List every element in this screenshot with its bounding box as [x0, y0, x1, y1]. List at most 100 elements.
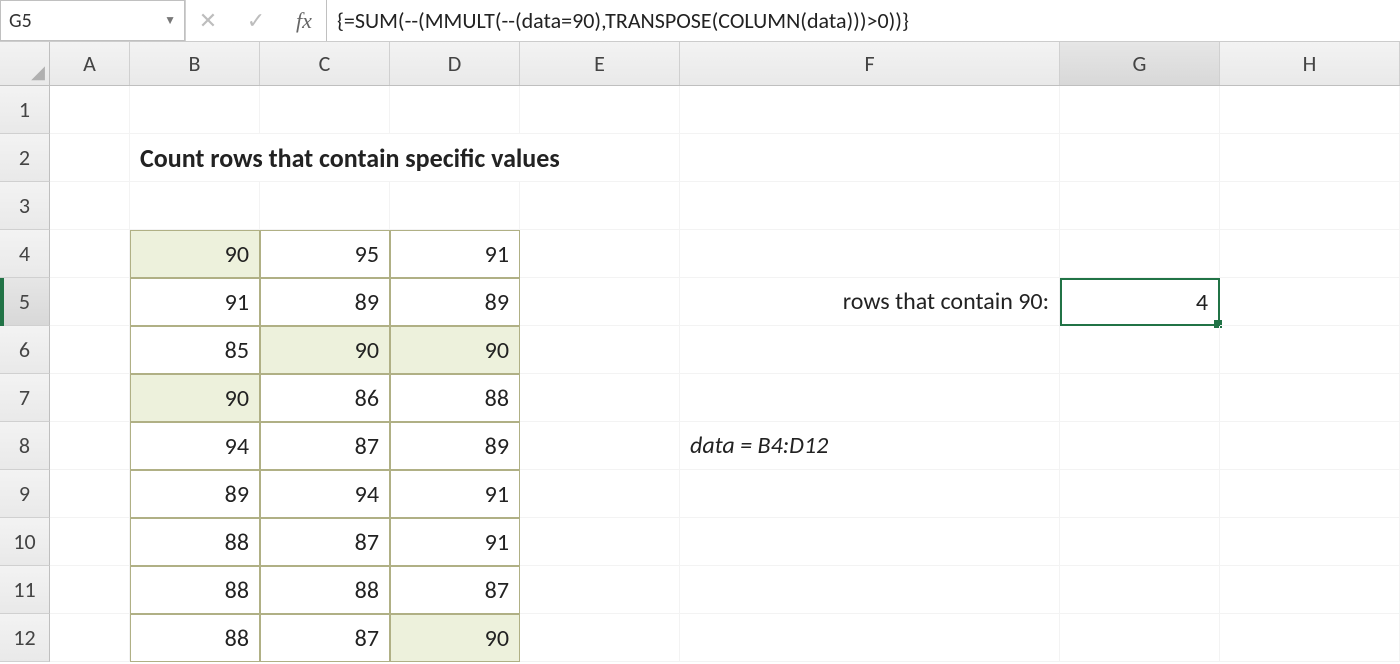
col-header-g[interactable]: G — [1060, 42, 1220, 85]
cell-h6[interactable] — [1220, 326, 1400, 374]
cell-c1[interactable] — [260, 86, 390, 134]
cell-e4[interactable] — [520, 230, 680, 278]
cell-e10[interactable] — [520, 518, 680, 566]
cell-f8[interactable]: data = B4:D12 — [680, 422, 1060, 470]
cell-f12[interactable] — [680, 614, 1060, 662]
row-header-11[interactable]: 11 — [0, 566, 50, 614]
cell-a4[interactable] — [50, 230, 130, 278]
cell-d11[interactable]: 87 — [390, 566, 520, 614]
cancel-edit-icon[interactable]: ✕ — [194, 7, 222, 35]
cell-c5[interactable]: 89 — [260, 278, 390, 326]
cell-g1[interactable] — [1060, 86, 1220, 134]
row-header-5[interactable]: 5 — [0, 278, 50, 326]
col-header-c[interactable]: C — [260, 42, 390, 85]
cell-e3[interactable] — [520, 182, 680, 230]
cell-e7[interactable] — [520, 374, 680, 422]
cell-a9[interactable] — [50, 470, 130, 518]
cell-b9[interactable]: 89 — [130, 470, 260, 518]
row-header-8[interactable]: 8 — [0, 422, 50, 470]
cell-f9[interactable] — [680, 470, 1060, 518]
cell-g8[interactable] — [1060, 422, 1220, 470]
row-header-6[interactable]: 6 — [0, 326, 50, 374]
cell-d12[interactable]: 90 — [390, 614, 520, 662]
cell-a12[interactable] — [50, 614, 130, 662]
cell-b8[interactable]: 94 — [130, 422, 260, 470]
cell-f6[interactable] — [680, 326, 1060, 374]
formula-input[interactable]: {=SUM(--(MMULT(--(data=90),TRANSPOSE(COL… — [326, 0, 1400, 41]
cell-h10[interactable] — [1220, 518, 1400, 566]
cell-h1[interactable] — [1220, 86, 1400, 134]
cell-a6[interactable] — [50, 326, 130, 374]
cell-f11[interactable] — [680, 566, 1060, 614]
cell-c10[interactable]: 87 — [260, 518, 390, 566]
cell-d5[interactable]: 89 — [390, 278, 520, 326]
cell-a10[interactable] — [50, 518, 130, 566]
cell-d3[interactable] — [390, 182, 520, 230]
cell-e2[interactable] — [520, 134, 680, 182]
col-header-a[interactable]: A — [50, 42, 130, 85]
col-header-b[interactable]: B — [130, 42, 260, 85]
cell-e5[interactable] — [520, 278, 680, 326]
cell-a3[interactable] — [50, 182, 130, 230]
cell-h11[interactable] — [1220, 566, 1400, 614]
cell-g9[interactable] — [1060, 470, 1220, 518]
cell-d2[interactable] — [390, 134, 520, 182]
cell-e9[interactable] — [520, 470, 680, 518]
fx-icon[interactable]: fx — [290, 7, 318, 35]
row-header-3[interactable]: 3 — [0, 182, 50, 230]
cell-g4[interactable] — [1060, 230, 1220, 278]
cell-c3[interactable] — [260, 182, 390, 230]
cell-c6[interactable]: 90 — [260, 326, 390, 374]
cell-g5[interactable]: 4 — [1060, 278, 1220, 326]
col-header-f[interactable]: F — [680, 42, 1060, 85]
row-header-9[interactable]: 9 — [0, 470, 50, 518]
cell-c4[interactable]: 95 — [260, 230, 390, 278]
cell-c8[interactable]: 87 — [260, 422, 390, 470]
col-header-h[interactable]: H — [1220, 42, 1400, 85]
cell-f7[interactable] — [680, 374, 1060, 422]
cell-a5[interactable] — [50, 278, 130, 326]
cell-h2[interactable] — [1220, 134, 1400, 182]
cell-a2[interactable] — [50, 134, 130, 182]
cell-d4[interactable]: 91 — [390, 230, 520, 278]
cell-c12[interactable]: 87 — [260, 614, 390, 662]
cell-g12[interactable] — [1060, 614, 1220, 662]
cell-b1[interactable] — [130, 86, 260, 134]
cell-h4[interactable] — [1220, 230, 1400, 278]
row-header-7[interactable]: 7 — [0, 374, 50, 422]
cell-f5[interactable]: rows that contain 90: — [680, 278, 1060, 326]
cell-h3[interactable] — [1220, 182, 1400, 230]
cell-b12[interactable]: 88 — [130, 614, 260, 662]
cell-a11[interactable] — [50, 566, 130, 614]
cell-c9[interactable]: 94 — [260, 470, 390, 518]
cell-b3[interactable] — [130, 182, 260, 230]
cell-g6[interactable] — [1060, 326, 1220, 374]
cell-d8[interactable]: 89 — [390, 422, 520, 470]
cell-h12[interactable] — [1220, 614, 1400, 662]
name-box-dropdown-icon[interactable]: ▼ — [164, 13, 176, 28]
col-header-d[interactable]: D — [390, 42, 520, 85]
cell-b6[interactable]: 85 — [130, 326, 260, 374]
select-all-corner[interactable] — [0, 42, 50, 85]
confirm-edit-icon[interactable]: ✓ — [242, 7, 270, 35]
cell-h8[interactable] — [1220, 422, 1400, 470]
cell-f4[interactable] — [680, 230, 1060, 278]
cell-c2[interactable] — [260, 134, 390, 182]
cell-h5[interactable] — [1220, 278, 1400, 326]
cell-e6[interactable] — [520, 326, 680, 374]
cell-a7[interactable] — [50, 374, 130, 422]
cell-d6[interactable]: 90 — [390, 326, 520, 374]
cell-h9[interactable] — [1220, 470, 1400, 518]
cell-h7[interactable] — [1220, 374, 1400, 422]
cell-e11[interactable] — [520, 566, 680, 614]
cell-d7[interactable]: 88 — [390, 374, 520, 422]
cell-d1[interactable] — [390, 86, 520, 134]
row-header-12[interactable]: 12 — [0, 614, 50, 662]
cell-g11[interactable] — [1060, 566, 1220, 614]
row-header-10[interactable]: 10 — [0, 518, 50, 566]
cell-b2-title[interactable]: Count rows that contain specific values — [130, 134, 260, 182]
cell-f3[interactable] — [680, 182, 1060, 230]
cell-d9[interactable]: 91 — [390, 470, 520, 518]
cell-g2[interactable] — [1060, 134, 1220, 182]
row-header-1[interactable]: 1 — [0, 86, 50, 134]
